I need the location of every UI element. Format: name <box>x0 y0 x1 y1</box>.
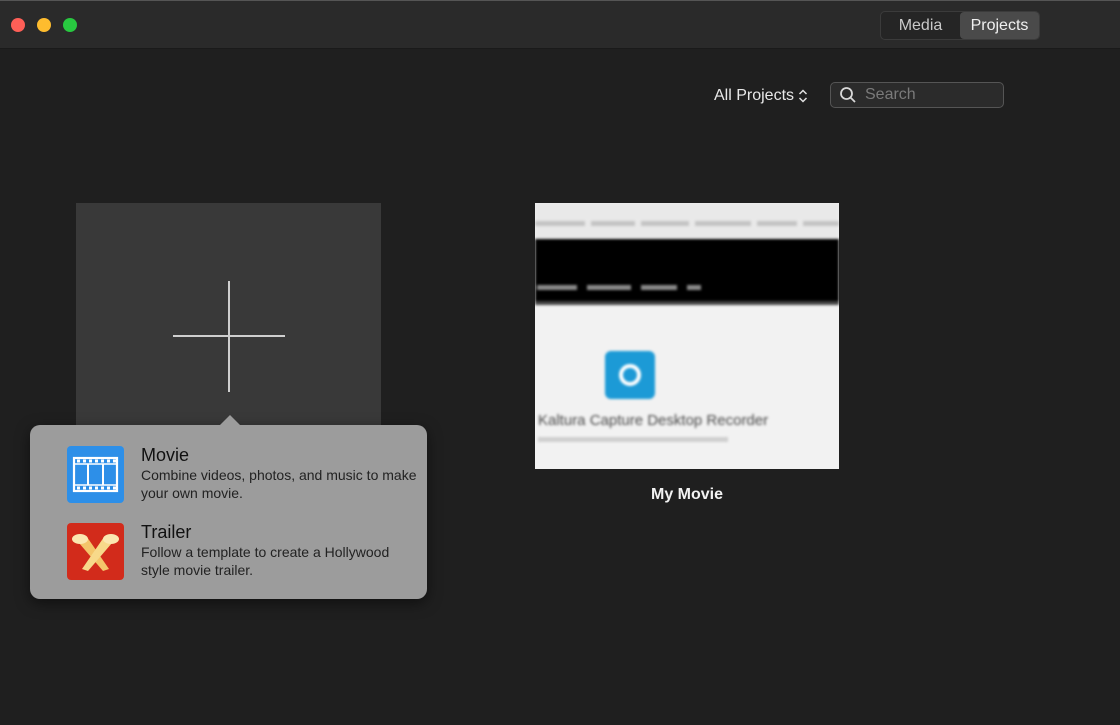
movie-option-description: Combine videos, photos, and music to mak… <box>141 467 417 501</box>
popover-arrow <box>219 415 241 426</box>
media-tab[interactable]: Media <box>881 12 960 39</box>
trailer-option-title: Trailer <box>141 522 192 542</box>
title-bar: Media Projects <box>0 0 1120 49</box>
minimize-window-button[interactable] <box>37 18 51 32</box>
new-project-tile[interactable] <box>76 203 381 433</box>
up-down-chevron-icon <box>799 89 808 103</box>
search-input[interactable] <box>865 86 995 104</box>
project-thumbnail[interactable]: Kaltura Capture Desktop Recorder <box>535 203 839 469</box>
trailer-option[interactable]: Trailer Follow a template to create a Ho… <box>67 522 417 582</box>
movie-option[interactable]: Movie Combine videos, photos, and music … <box>67 445 417 505</box>
media-projects-toggle: Media Projects <box>880 11 1040 40</box>
spotlights-icon <box>67 523 124 580</box>
trailer-option-description: Follow a template to create a Hollywood … <box>141 544 390 578</box>
projects-tab[interactable]: Projects <box>960 12 1039 39</box>
all-projects-filter[interactable]: All Projects <box>714 86 808 106</box>
filter-label: All Projects <box>714 87 795 104</box>
movie-option-title: Movie <box>141 445 190 465</box>
project-name[interactable]: My Movie <box>535 486 839 504</box>
close-window-button[interactable] <box>11 18 25 32</box>
zoom-window-button[interactable] <box>63 18 77 32</box>
search-icon <box>840 87 856 103</box>
thumbnail-screenshot: Kaltura Capture Desktop Recorder <box>535 203 839 469</box>
new-project-popover: Movie Combine videos, photos, and music … <box>30 415 427 599</box>
thumbnail-text: Kaltura Capture Desktop Recorder <box>538 412 769 429</box>
film-strip-icon <box>67 446 124 503</box>
search-field[interactable] <box>830 82 1004 108</box>
